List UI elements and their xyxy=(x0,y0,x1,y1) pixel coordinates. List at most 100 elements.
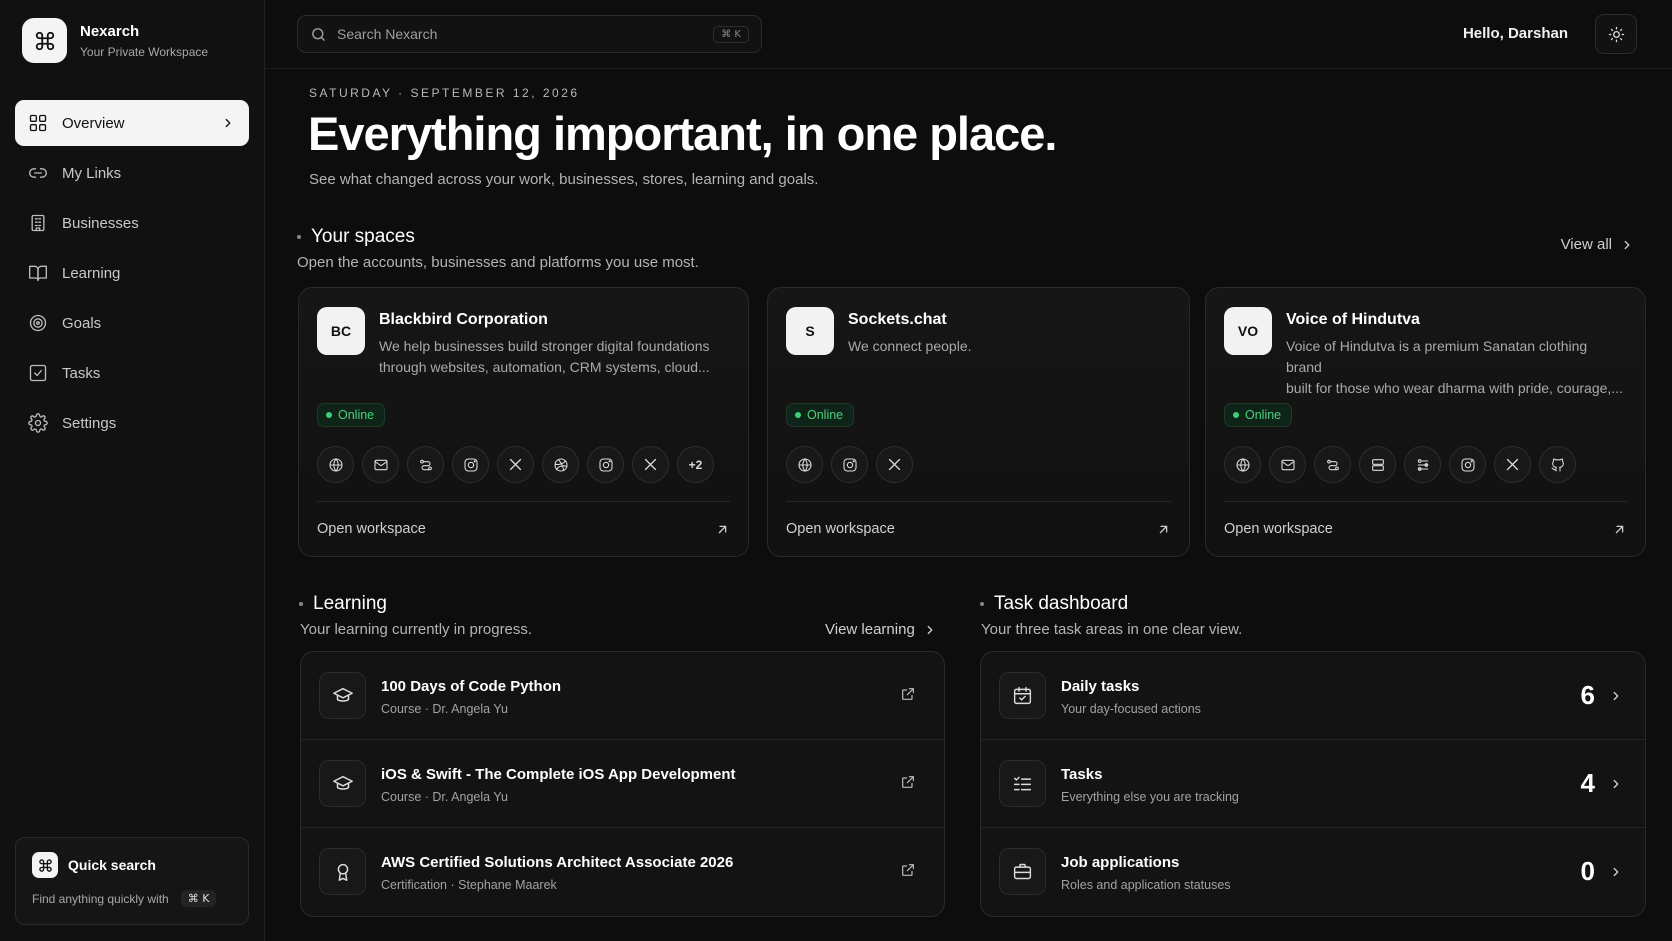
section-desc-tasks: Your three task areas in one clear view. xyxy=(981,621,1243,638)
sidebar-item-tasks[interactable]: Tasks xyxy=(15,350,249,396)
open-workspace-link[interactable]: Open workspace xyxy=(786,521,895,537)
space-name: Blackbird Corporation xyxy=(379,311,548,328)
sidebar-item-label: Tasks xyxy=(62,364,101,382)
globe-icon[interactable] xyxy=(1224,446,1261,483)
task-count: 4 xyxy=(1580,768,1595,798)
chevron-right-icon xyxy=(1609,689,1623,703)
sidebar-item-goals[interactable]: Goals xyxy=(15,300,249,346)
task-area-tasks[interactable]: Tasks Everything else you are tracking 4 xyxy=(981,740,1645,828)
route-icon[interactable] xyxy=(1314,446,1351,483)
sidebar-item-label: Businesses xyxy=(62,214,139,232)
task-area-daily[interactable]: Daily tasks Your day-focused actions 6 xyxy=(981,652,1645,740)
route-icon[interactable] xyxy=(407,446,444,483)
learning-subtitle: Certification · Stephane Maarek xyxy=(381,878,557,892)
globe-icon[interactable] xyxy=(786,446,823,483)
task-area-job-applications[interactable]: Job applications Roles and application s… xyxy=(981,828,1645,916)
chevron-right-icon xyxy=(923,623,937,637)
view-all-link[interactable]: View all xyxy=(1561,236,1634,253)
workflow-icon[interactable] xyxy=(1404,446,1441,483)
space-description: We help businesses build stronger digita… xyxy=(379,338,710,375)
github-icon[interactable] xyxy=(1539,446,1576,483)
globe-icon[interactable] xyxy=(317,446,354,483)
chevron-right-icon xyxy=(1609,865,1623,879)
external-link-icon[interactable] xyxy=(900,686,916,702)
task-area-subtitle: Everything else you are tracking xyxy=(1061,790,1239,804)
sidebar-item-businesses[interactable]: Businesses xyxy=(15,200,249,246)
external-link-icon[interactable] xyxy=(900,862,916,878)
learning-list: 100 Days of Code Python Course · Dr. Ang… xyxy=(300,651,945,917)
graduation-cap-icon xyxy=(319,672,366,719)
grid-icon xyxy=(28,113,48,133)
sidebar-item-learning[interactable]: Learning xyxy=(15,250,249,296)
theme-toggle-button[interactable] xyxy=(1595,14,1637,54)
space-name: Sockets.chat xyxy=(848,311,947,328)
platform-links xyxy=(1224,446,1584,483)
graduation-cap-icon xyxy=(319,760,366,807)
space-card-blackbird[interactable]: BC Blackbird Corporation We help busines… xyxy=(298,287,749,557)
space-name: Voice of Hindutva xyxy=(1286,311,1420,328)
learning-item[interactable]: iOS & Swift - The Complete iOS App Devel… xyxy=(301,740,944,828)
shortcut-badge: ⌘ K xyxy=(180,890,217,907)
status-badge: Online xyxy=(317,403,386,427)
page-title: Everything important, in one place. xyxy=(308,107,1057,160)
task-area-subtitle: Roles and application statuses xyxy=(1061,878,1231,892)
mail-icon[interactable] xyxy=(362,446,399,483)
learning-title: iOS & Swift - The Complete iOS App Devel… xyxy=(381,766,736,783)
arrow-up-right-icon[interactable] xyxy=(715,522,730,537)
sidebar-nav: Overview My Links Businesses Learning Go… xyxy=(15,100,249,450)
page-subtitle: See what changed across your work, busin… xyxy=(309,171,819,188)
section-desc-spaces: Open the accounts, businesses and platfo… xyxy=(297,254,699,271)
platform-links xyxy=(786,446,921,483)
learning-item[interactable]: 100 Days of Code Python Course · Dr. Ang… xyxy=(301,652,944,740)
sidebar-item-my-links[interactable]: My Links xyxy=(15,150,249,196)
section-desc-learning: Your learning currently in progress. xyxy=(300,621,533,638)
sidebar: Nexarch Your Private Workspace Overview … xyxy=(0,0,265,941)
award-icon xyxy=(319,848,366,895)
space-card-voice-of-hindutva[interactable]: VO Voice of Hindutva Voice of Hindutva i… xyxy=(1205,287,1646,557)
server-icon[interactable] xyxy=(1359,446,1396,483)
space-card-sockets[interactable]: S Sockets.chat We connect people. Online… xyxy=(767,287,1190,557)
quick-search-card[interactable]: Quick search Find anything quickly with … xyxy=(15,837,249,925)
instagram-icon[interactable] xyxy=(831,446,868,483)
mail-icon[interactable] xyxy=(1269,446,1306,483)
command-icon xyxy=(32,852,58,878)
topbar: Search Nexarch ⌘ K Hello, Darshan xyxy=(265,0,1672,69)
learning-item[interactable]: AWS Certified Solutions Architect Associ… xyxy=(301,828,944,916)
instagram-icon[interactable] xyxy=(1449,446,1486,483)
open-workspace-link[interactable]: Open workspace xyxy=(317,521,426,537)
sidebar-item-label: Overview xyxy=(62,114,125,132)
space-avatar: S xyxy=(786,307,834,355)
open-workspace-link[interactable]: Open workspace xyxy=(1224,521,1333,537)
status-badge: Online xyxy=(786,403,855,427)
sidebar-item-overview[interactable]: Overview xyxy=(15,100,249,146)
x-icon[interactable] xyxy=(632,446,669,483)
x-icon[interactable] xyxy=(497,446,534,483)
space-avatar: BC xyxy=(317,307,365,355)
chevron-right-icon xyxy=(221,116,235,130)
app-name: Nexarch xyxy=(80,22,140,40)
more-platforms-badge[interactable]: +2 xyxy=(677,446,714,483)
arrow-up-right-icon[interactable] xyxy=(1156,522,1171,537)
instagram-icon[interactable] xyxy=(452,446,489,483)
space-description: Voice of Hindutva is a premium Sanatan c… xyxy=(1286,338,1623,396)
arrow-up-right-icon[interactable] xyxy=(1612,522,1627,537)
search-input[interactable]: Search Nexarch ⌘ K xyxy=(297,15,762,53)
external-link-icon[interactable] xyxy=(900,774,916,790)
brand[interactable]: Nexarch Your Private Workspace xyxy=(22,18,208,63)
quick-search-title: Quick search xyxy=(68,857,156,873)
chevron-right-icon xyxy=(1609,777,1623,791)
task-dashboard-list: Daily tasks Your day-focused actions 6 T… xyxy=(980,651,1646,917)
view-learning-link[interactable]: View learning xyxy=(825,621,937,638)
dribbble-icon[interactable] xyxy=(542,446,579,483)
search-placeholder: Search Nexarch xyxy=(337,26,438,42)
x-icon[interactable] xyxy=(876,446,913,483)
task-count: 6 xyxy=(1580,680,1595,710)
instagram-icon[interactable] xyxy=(587,446,624,483)
target-icon xyxy=(28,313,48,333)
learning-title: AWS Certified Solutions Architect Associ… xyxy=(381,854,734,871)
task-area-title: Tasks xyxy=(1061,766,1103,783)
list-check-icon xyxy=(999,760,1046,807)
sidebar-item-settings[interactable]: Settings xyxy=(15,400,249,446)
x-icon[interactable] xyxy=(1494,446,1531,483)
sidebar-item-label: Goals xyxy=(62,314,102,332)
